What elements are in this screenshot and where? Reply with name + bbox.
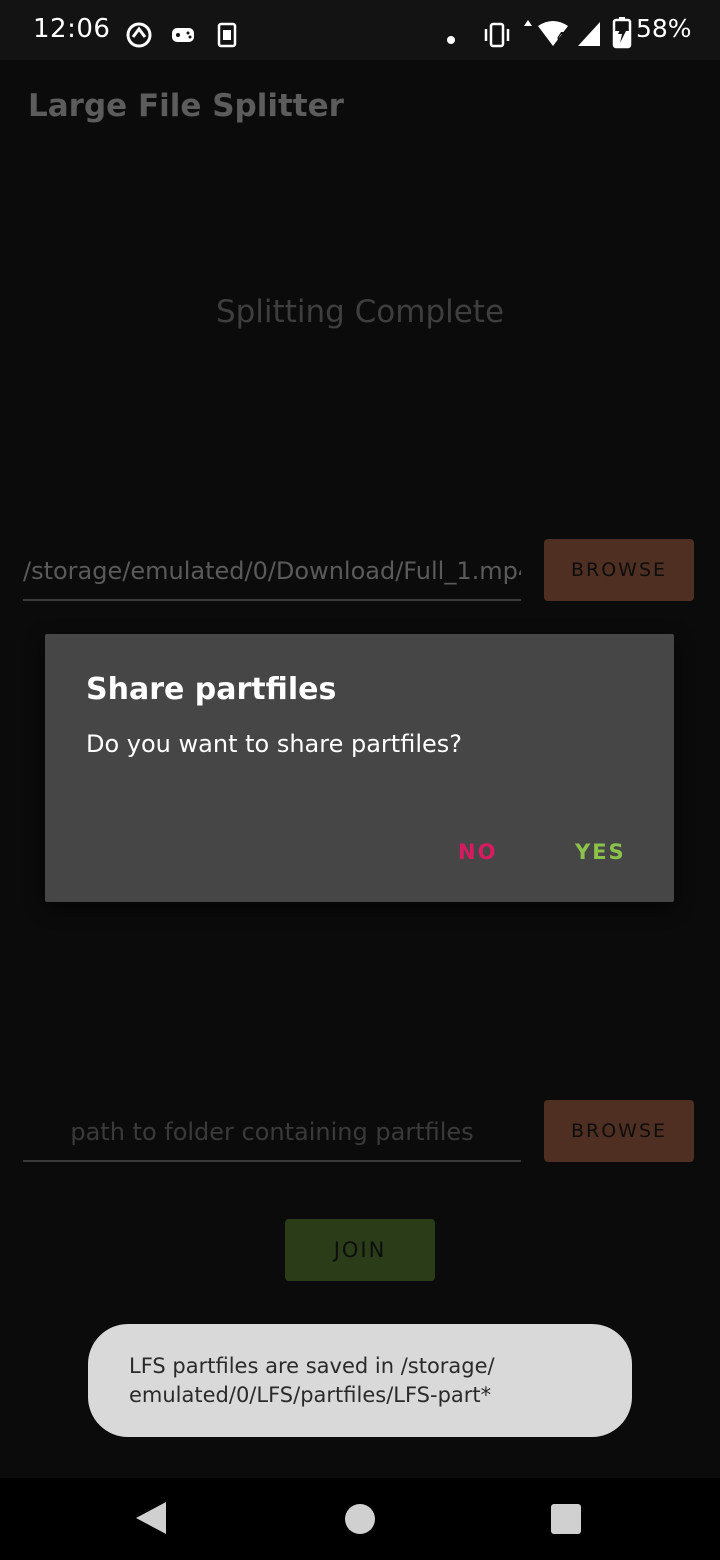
split-file-path-value: /storage/emulated/0/Download/Full_1.mp4 (23, 557, 521, 585)
recents-icon[interactable] (551, 1504, 581, 1538)
browse-folder-button[interactable]: BROWSE (544, 1100, 694, 1162)
share-partfiles-dialog: Share partfiles Do you want to share par… (45, 634, 674, 902)
partfiles-folder-placeholder: path to folder containing partfiles (70, 1118, 474, 1146)
join-button[interactable]: JOIN (285, 1219, 435, 1281)
toast-message: LFS partfiles are saved in /storage/ emu… (88, 1324, 632, 1437)
back-icon[interactable] (134, 1500, 168, 1540)
splitting-status-text: Splitting Complete (215, 294, 505, 330)
toast-text: LFS partfiles are saved in /storage/ emu… (129, 1352, 599, 1410)
vibrate-icon (482, 20, 512, 54)
home-icon[interactable] (344, 1503, 376, 1539)
status-bar: 12:06 4 58% (0, 0, 720, 60)
sync-icon (124, 20, 154, 54)
gamepad-icon (170, 22, 196, 52)
battery-charging-icon (612, 17, 632, 53)
app-title: Large File Splitter (28, 88, 344, 124)
toast-line-2: emulated/0/LFS/partfiles/LFS-part* (129, 1383, 492, 1407)
dialog-title: Share partfiles (86, 672, 337, 707)
sim-card-icon (217, 22, 239, 52)
app-bar: Large File Splitter (0, 60, 720, 156)
status-time: 12:06 (33, 14, 111, 44)
partfiles-folder-input[interactable]: path to folder containing partfiles (23, 1100, 521, 1162)
toast-line-1: LFS partfiles are saved in /storage/ (129, 1354, 495, 1378)
battery-percent: 58% (636, 14, 692, 43)
navigation-bar (0, 1478, 720, 1560)
dot-icon (446, 30, 456, 49)
split-file-path-input[interactable]: /storage/emulated/0/Download/Full_1.mp4 (23, 539, 521, 601)
browse-file-button[interactable]: BROWSE (544, 539, 694, 601)
cell-signal-icon (576, 20, 602, 52)
network-label: 4 (557, 30, 566, 44)
dialog-yes-button[interactable]: YES (575, 840, 626, 864)
dialog-message: Do you want to share partfiles? (86, 730, 462, 758)
dialog-no-button[interactable]: NO (458, 840, 497, 864)
